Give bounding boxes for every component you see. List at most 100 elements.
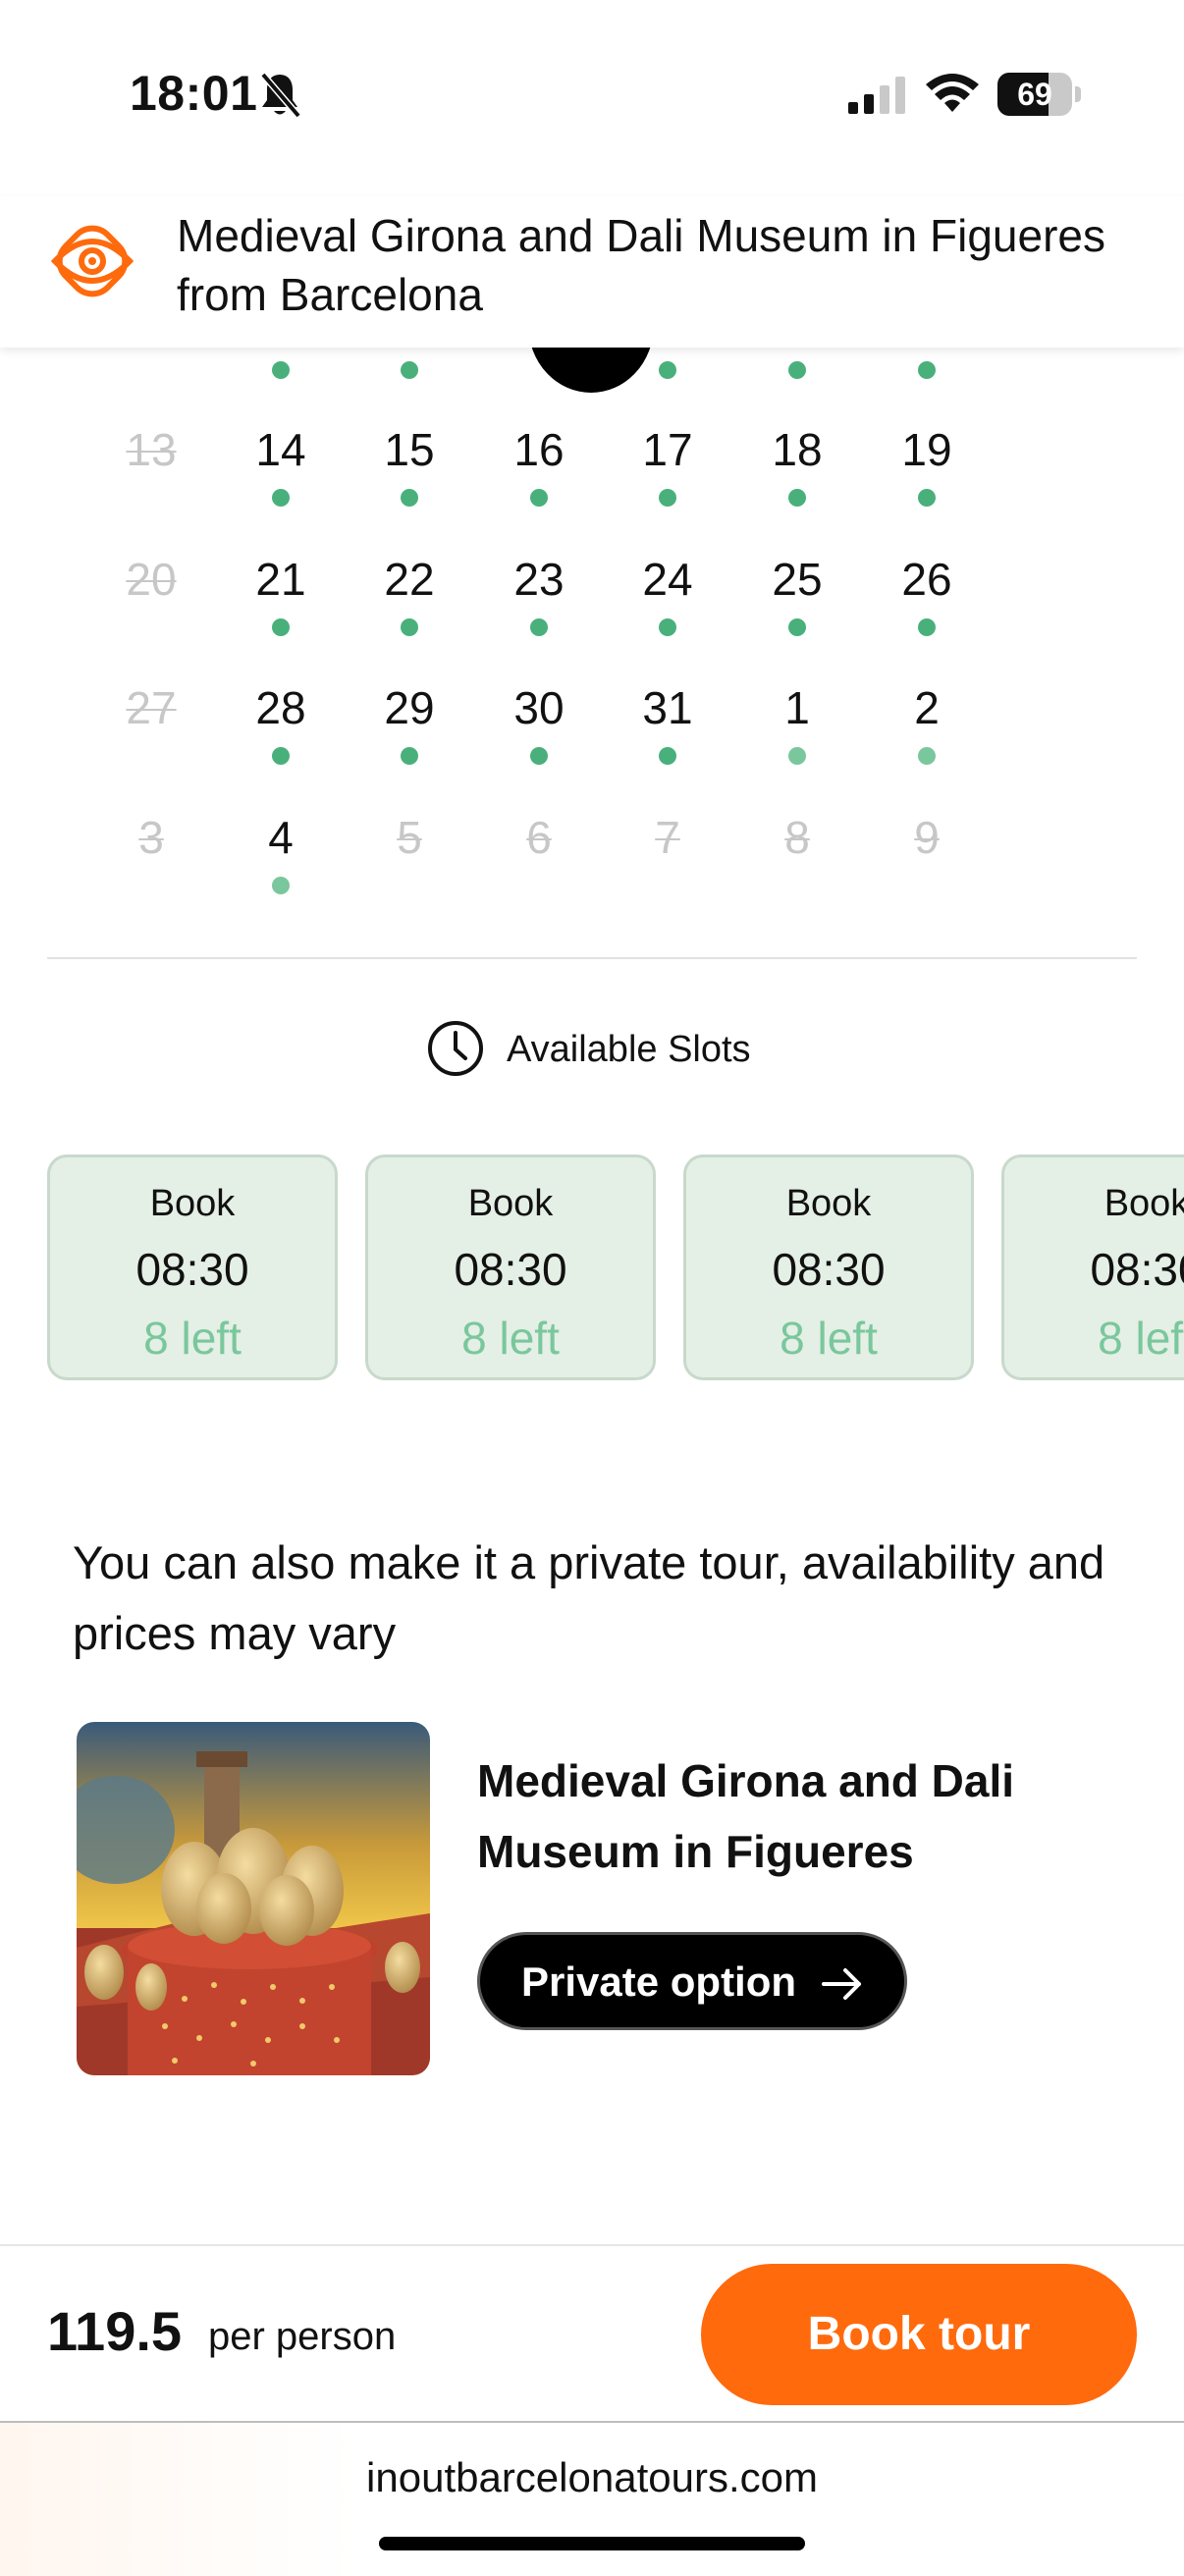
slot-book-label: Book [149, 1183, 236, 1224]
calendar-day: 20 [102, 552, 200, 650]
calendar-day[interactable]: 25 [748, 552, 846, 650]
calendar-day[interactable]: 1 [748, 680, 846, 778]
availability-dot [659, 361, 676, 379]
calendar-day-number: 18 [772, 424, 823, 475]
slot-book-label: Book [785, 1183, 872, 1224]
calendar-day-number: 17 [642, 424, 693, 475]
book-tour-button[interactable]: Book tour [701, 2264, 1137, 2405]
calendar-day[interactable]: 16 [490, 422, 588, 520]
availability-dot [272, 877, 290, 894]
time-slot-card[interactable]: Book 08:30 8 left [47, 1154, 338, 1380]
slot-book-label: Book [467, 1183, 554, 1224]
battery-icon: 69 [997, 73, 1072, 116]
calendar-day-number: 14 [255, 424, 306, 475]
calendar-day[interactable]: 18 [748, 422, 846, 520]
calendar-day: 5 [360, 810, 458, 908]
calendar-day-number: 5 [397, 812, 422, 863]
calendar-day-number: 23 [513, 554, 565, 605]
slot-book-label: Book [1103, 1183, 1184, 1224]
calendar-day-number: 31 [642, 682, 693, 733]
status-bar: 18:01 69 [0, 0, 1184, 196]
calendar-day[interactable]: 15 [360, 422, 458, 520]
calendar-day: 3 [102, 810, 200, 908]
calendar-day[interactable]: 29 [360, 680, 458, 778]
booking-bar-divider [0, 2244, 1184, 2246]
calendar-day-number: 16 [513, 424, 565, 475]
calendar-day-number: 1 [784, 682, 810, 733]
calendar-day-number: 8 [784, 812, 810, 863]
slot-time: 08:30 [772, 1244, 886, 1295]
calendar-day[interactable]: 14 [232, 422, 330, 520]
clock-icon [428, 1021, 483, 1076]
availability-dot [530, 489, 548, 507]
time-slot-card[interactable]: Book 08:30 8 left [683, 1154, 974, 1380]
book-tour-label: Book tour [807, 2308, 1031, 2360]
calendar-day: 13 [102, 422, 200, 520]
availability-dot [918, 489, 936, 507]
private-option-button[interactable]: Private option [477, 1932, 907, 2030]
availability-dot [918, 361, 936, 379]
calendar-day-number: 6 [526, 812, 552, 863]
status-time: 18:01 [130, 66, 258, 121]
availability-dot [659, 747, 676, 765]
home-indicator[interactable] [379, 2537, 805, 2550]
calendar-day-number: 26 [901, 554, 952, 605]
availability-dot [788, 489, 806, 507]
availability-dot [788, 361, 806, 379]
slot-time: 08:30 [454, 1244, 567, 1295]
availability-dot [272, 618, 290, 636]
calendar-day: 8 [748, 810, 846, 908]
calendar-day-number: 22 [384, 554, 435, 605]
calendar-day[interactable]: 17 [619, 422, 717, 520]
slot-remaining: 8 left [1098, 1313, 1184, 1364]
calendar-day-number: 2 [914, 682, 940, 733]
calendar-divider [47, 957, 1137, 959]
calendar-day-number: 29 [384, 682, 435, 733]
availability-dot [788, 747, 806, 765]
calendar-day[interactable]: 23 [490, 552, 588, 650]
calendar-day: 7 [619, 810, 717, 908]
availability-dot [401, 361, 418, 379]
calendar-day-number: 27 [126, 682, 177, 733]
private-tour-image[interactable] [77, 1722, 430, 2075]
calendar-day[interactable]: 31 [619, 680, 717, 778]
calendar-day[interactable]: 4 [232, 810, 330, 908]
time-slot-card[interactable]: Book 08:30 8 left [365, 1154, 656, 1380]
availability-dot [788, 618, 806, 636]
brand-eye-logo-icon[interactable] [45, 214, 139, 308]
availability-dot [918, 747, 936, 765]
calendar-day: 27 [102, 680, 200, 778]
availability-dot [530, 747, 548, 765]
available-slots-title: Available Slots [507, 1029, 751, 1070]
calendar-day[interactable]: 2 [878, 680, 976, 778]
calendar-day[interactable]: 19 [878, 422, 976, 520]
time-slot-card[interactable]: Book 08:30 8 left [1001, 1154, 1184, 1380]
calendar-day-number: 9 [914, 812, 940, 863]
calendar-grid: 13 14 15 16 17 18 19 20 21 22 23 24 25 26 27 28 29 30 31 1 2… [0, 334, 1184, 923]
availability-dot [918, 618, 936, 636]
availability-dot [659, 489, 676, 507]
bell-slash-icon [260, 72, 301, 119]
calendar-day: 9 [878, 810, 976, 908]
calendar-day-number: 4 [268, 812, 294, 863]
price-value: 119.5 [47, 2300, 183, 2362]
calendar-day[interactable]: 28 [232, 680, 330, 778]
url-text[interactable]: inoutbarcelonatours.com [0, 2450, 1184, 2505]
availability-dot [401, 747, 418, 765]
calendar-day-number: 25 [772, 554, 823, 605]
availability-dot [401, 489, 418, 507]
calendar-day[interactable]: 21 [232, 552, 330, 650]
calendar-day-number: 30 [513, 682, 565, 733]
availability-dot [272, 489, 290, 507]
calendar-day-number: 7 [655, 812, 680, 863]
calendar-day[interactable]: 24 [619, 552, 717, 650]
calendar-day-number: 3 [138, 812, 164, 863]
battery-percent: 69 [1017, 77, 1052, 112]
calendar-day[interactable]: 22 [360, 552, 458, 650]
slot-remaining: 8 left [143, 1313, 242, 1364]
slots-row[interactable]: Book 08:30 8 left Book 08:30 8 left Book 08:30 8… [0, 1154, 1184, 1388]
calendar-day[interactable]: 30 [490, 680, 588, 778]
slot-remaining: 8 left [461, 1313, 560, 1364]
calendar-day[interactable]: 26 [878, 552, 976, 650]
slot-time: 08:30 [135, 1244, 249, 1295]
